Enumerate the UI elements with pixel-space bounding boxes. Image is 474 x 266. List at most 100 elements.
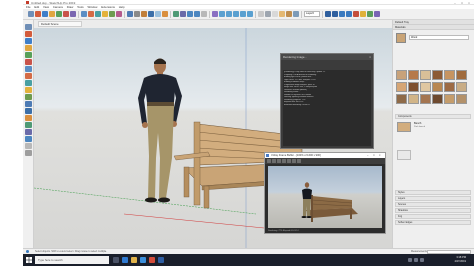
geo-location-icon[interactable] — [26, 250, 29, 253]
material-swatch[interactable] — [456, 94, 467, 104]
select-tool-icon[interactable] — [28, 11, 34, 17]
scale-tool-icon[interactable] — [25, 87, 32, 93]
orbit-icon[interactable] — [173, 11, 179, 17]
rotate-icon[interactable] — [95, 11, 101, 17]
back-view-icon[interactable] — [240, 11, 246, 17]
pan-icon[interactable] — [180, 11, 186, 17]
circle-icon[interactable] — [25, 59, 32, 65]
material-swatch[interactable] — [420, 94, 431, 104]
sketchup-taskbar-icon[interactable] — [149, 257, 155, 263]
walk-icon[interactable] — [25, 143, 32, 149]
close-button[interactable]: × — [379, 153, 381, 158]
minimize-button[interactable]: – — [452, 1, 458, 5]
vray-light-icon[interactable] — [353, 11, 359, 17]
save-image-icon[interactable] — [267, 159, 271, 163]
polygon-tool-icon[interactable] — [70, 11, 76, 17]
hidden-line-icon[interactable] — [272, 11, 278, 17]
minimize-button[interactable]: – — [367, 153, 368, 158]
material-swatch[interactable] — [432, 82, 443, 92]
battery-icon[interactable] — [420, 258, 424, 262]
network-icon[interactable] — [408, 258, 412, 262]
volume-icon[interactable] — [414, 258, 418, 262]
compare-icon[interactable] — [287, 159, 291, 163]
shadows-panel-header[interactable]: Shadows — [395, 208, 471, 213]
tab-default-scene[interactable]: Default Scene — [38, 21, 82, 27]
vray-render-icon[interactable] — [325, 11, 331, 17]
task-view-icon[interactable] — [113, 257, 119, 263]
region-render-icon[interactable] — [282, 159, 286, 163]
materials-panel-header[interactable]: Materials — [393, 25, 474, 30]
material-swatch[interactable] — [444, 82, 455, 92]
orbit-tool-icon[interactable] — [25, 122, 32, 128]
material-swatch[interactable] — [408, 94, 419, 104]
rectangle-icon[interactable] — [25, 52, 32, 58]
maximize-button[interactable]: □ — [373, 153, 375, 158]
dimension-icon[interactable] — [134, 11, 140, 17]
push-pull-tool-icon[interactable] — [25, 66, 32, 72]
line-tool-icon[interactable] — [42, 11, 48, 17]
eraser-tool-icon[interactable] — [35, 11, 41, 17]
push-pull-icon[interactable] — [81, 11, 87, 17]
vray-fur-icon[interactable] — [374, 11, 380, 17]
vray-frame-buffer-icon[interactable] — [346, 11, 352, 17]
iso-view-icon[interactable] — [212, 11, 218, 17]
windows-start-icon[interactable] — [26, 257, 32, 263]
maximize-button[interactable]: □ — [459, 1, 465, 5]
circle-tool-icon[interactable] — [63, 11, 69, 17]
layers-panel-header[interactable]: Layers — [395, 196, 471, 201]
material-swatch[interactable] — [432, 94, 443, 104]
person-figure[interactable] — [138, 58, 182, 203]
tape-measure-icon[interactable] — [127, 11, 133, 17]
shaded-icon[interactable] — [279, 11, 285, 17]
styles-panel-header[interactable]: Styles — [395, 190, 471, 195]
store-icon[interactable] — [140, 257, 146, 263]
top-view-icon[interactable] — [219, 11, 225, 17]
zoom-icon[interactable] — [187, 11, 193, 17]
components-panel-header[interactable]: Components — [395, 114, 471, 119]
section-plane-icon[interactable] — [25, 150, 32, 156]
tape-tool-icon[interactable] — [25, 101, 32, 107]
soften-edges-panel-header[interactable]: Soften Edges — [395, 220, 471, 225]
arc-icon[interactable] — [25, 45, 32, 51]
taskbar-clock[interactable]: 3:18 PM 4/27/2019 — [454, 256, 466, 264]
component-preview[interactable] — [397, 150, 411, 160]
fog-panel-header[interactable]: Fog — [395, 214, 471, 219]
zoom-extents-icon[interactable] — [194, 11, 200, 17]
close-button[interactable]: × — [466, 1, 472, 5]
layer-select[interactable]: Layer0 — [304, 11, 320, 17]
text-tool-icon[interactable] — [148, 11, 154, 17]
material-swatch[interactable] — [408, 82, 419, 92]
material-swatch[interactable] — [444, 70, 455, 80]
move-tool-icon[interactable] — [25, 73, 32, 79]
vray-asset-editor-icon[interactable] — [339, 11, 345, 17]
text-icon[interactable] — [25, 108, 32, 114]
stop-render-icon[interactable] — [297, 159, 301, 163]
material-swatch[interactable] — [456, 82, 467, 92]
material-swatch[interactable] — [444, 94, 455, 104]
vray-sun-icon[interactable] — [360, 11, 366, 17]
protractor-icon[interactable] — [141, 11, 147, 17]
lens-effects-icon[interactable] — [292, 159, 296, 163]
rotate-tool-icon[interactable] — [25, 80, 32, 86]
right-view-icon[interactable] — [233, 11, 239, 17]
offset-tool-icon[interactable] — [25, 94, 32, 100]
previous-view-icon[interactable] — [201, 11, 207, 17]
pencil-icon[interactable] — [25, 38, 32, 44]
taskbar-search-input[interactable]: Type here to search — [35, 256, 109, 264]
xray-icon[interactable] — [258, 11, 264, 17]
select-arrow-icon[interactable] — [25, 24, 32, 30]
monochrome-icon[interactable] — [293, 11, 299, 17]
zoom-tool-icon[interactable] — [25, 136, 32, 142]
shaded-textures-icon[interactable] — [286, 11, 292, 17]
materials-category-select[interactable]: Wood — [409, 35, 469, 40]
scenes-panel-header[interactable]: Scenes — [395, 202, 471, 207]
component-thumbnail[interactable] — [397, 122, 411, 132]
paint-icon[interactable] — [25, 115, 32, 121]
front-view-icon[interactable] — [226, 11, 232, 17]
vray-taskbar-icon[interactable] — [158, 257, 164, 263]
material-swatch[interactable] — [420, 70, 431, 80]
move-icon[interactable] — [88, 11, 94, 17]
material-swatch[interactable] — [396, 94, 407, 104]
left-view-icon[interactable] — [247, 11, 253, 17]
material-swatch[interactable] — [396, 82, 407, 92]
